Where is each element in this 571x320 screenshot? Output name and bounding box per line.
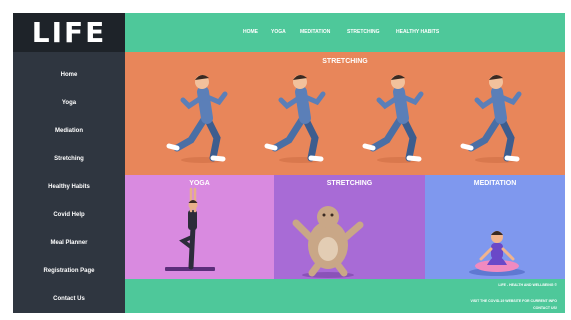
- nav-yoga[interactable]: YOGA: [271, 29, 286, 35]
- footer: LIFE - HEALTH AND WELLBEING © VISIT THE …: [125, 279, 565, 313]
- sidebar-item-mediation[interactable]: Mediation: [13, 128, 125, 134]
- sidebar-item-yoga[interactable]: Yoga: [13, 100, 125, 106]
- sidebar-item-registration-page[interactable]: Registration Page: [13, 268, 125, 274]
- nav-healthy-habits[interactable]: HEALTHY HABITS: [396, 29, 439, 35]
- top-nav: HOME YOGA MEDITATION STRETCHING HEALTHY …: [125, 13, 565, 52]
- sidebar-item-healthy-habits[interactable]: Healthy Habits: [13, 184, 125, 190]
- sidebar-item-covid-help[interactable]: Covid Help: [13, 212, 125, 218]
- nav-home[interactable]: HOME: [243, 29, 258, 35]
- site-logo[interactable]: LIFE: [13, 13, 125, 52]
- footer-covid-link[interactable]: VISIT THE COVID-19 WEBSITE FOR CURRENT I…: [470, 299, 557, 303]
- sidebar-item-home[interactable]: Home: [13, 72, 125, 78]
- nav-stretching[interactable]: STRETCHING: [347, 29, 380, 35]
- footer-contact-link[interactable]: CONTACT US!: [533, 306, 557, 310]
- card-yoga[interactable]: YOGA: [125, 175, 274, 279]
- card-meditation[interactable]: MEDITATION: [425, 175, 565, 279]
- sidebar-item-meal-planner[interactable]: Meal Planner: [13, 240, 125, 246]
- page-frame: LIFE Home Yoga Mediation Stretching Heal…: [13, 13, 565, 313]
- stretching-figure-illustration: [292, 206, 364, 278]
- card-stretching[interactable]: STRETCHING: [274, 175, 425, 279]
- sidebar: LIFE Home Yoga Mediation Stretching Heal…: [13, 13, 125, 313]
- sidebar-item-contact-us[interactable]: Contact Us: [13, 296, 125, 302]
- hero-stretching-illustration: [125, 52, 565, 175]
- footer-copyright: LIFE - HEALTH AND WELLBEING ©: [498, 283, 557, 287]
- yoga-figure-illustration: [165, 187, 215, 271]
- sidebar-item-stretching[interactable]: Stretching: [13, 156, 125, 162]
- nav-meditation[interactable]: MEDITATION: [300, 29, 330, 35]
- meditation-figure-illustration: [469, 231, 525, 276]
- hero-section: STRETCHING: [125, 52, 565, 175]
